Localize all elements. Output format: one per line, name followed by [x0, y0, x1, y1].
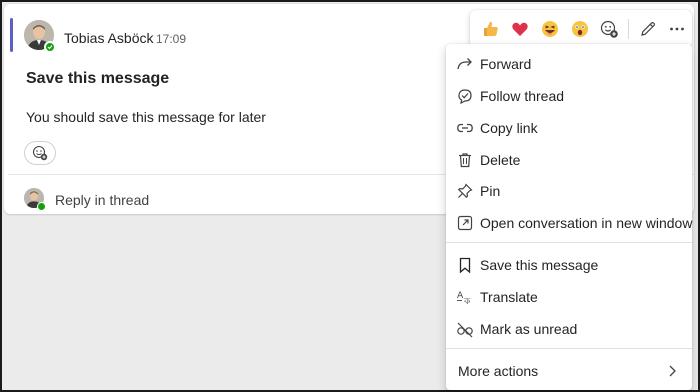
- trash-icon: [459, 153, 471, 168]
- link-icon: [457, 123, 473, 133]
- menu-item-label: Copy link: [480, 120, 538, 136]
- heart-reaction-button[interactable]: [506, 14, 536, 44]
- menu-item-save-message[interactable]: Save this message: [446, 250, 692, 280]
- menu-divider: [446, 348, 692, 349]
- bookmark-icon: [459, 257, 471, 274]
- unread-icon: [457, 322, 473, 338]
- menu-item-label: Delete: [480, 152, 521, 168]
- menu-divider: [446, 242, 692, 243]
- menu-item-pin[interactable]: Pin: [446, 176, 692, 206]
- reply-presence-icon: [37, 202, 46, 211]
- message-timestamp: 17:09: [156, 32, 187, 46]
- menu-item-more-actions[interactable]: More actions: [446, 356, 692, 386]
- message-accent-bar: [10, 18, 13, 52]
- svg-text:A: A: [457, 291, 464, 301]
- more-options-button[interactable]: [662, 14, 692, 44]
- menu-item-forward[interactable]: Forward: [446, 49, 692, 79]
- menu-item-follow-thread[interactable]: Follow thread: [446, 81, 692, 111]
- menu-item-translate[interactable]: A ক Translate: [446, 282, 692, 312]
- ellipsis-icon: [670, 27, 685, 31]
- message-actions-toolbar: [470, 10, 692, 48]
- add-reaction-button[interactable]: [24, 141, 56, 165]
- reply-in-thread-button[interactable]: Reply in thread: [55, 192, 149, 208]
- pin-icon: [457, 183, 473, 199]
- menu-item-label: Forward: [480, 56, 532, 72]
- menu-item-delete[interactable]: Delete: [446, 145, 692, 175]
- like-reaction-button[interactable]: [476, 14, 506, 44]
- toolbar-divider: [627, 19, 629, 39]
- menu-item-copy-link[interactable]: Copy link: [446, 113, 692, 143]
- heart-icon: [512, 22, 529, 36]
- message-body: You should save this message for later: [26, 109, 266, 125]
- menu-item-label: Follow thread: [480, 88, 565, 104]
- translate-icon: A ক: [457, 291, 471, 306]
- menu-item-label: Open conversation in new window: [480, 215, 693, 231]
- message-subject: Save this message: [26, 70, 170, 87]
- menu-item-label: Save this message: [480, 257, 599, 273]
- surprised-reaction-button[interactable]: [565, 14, 595, 44]
- like-icon: [483, 21, 498, 36]
- menu-item-open-new-window[interactable]: Open conversation in new window: [446, 208, 692, 238]
- pencil-icon: [640, 21, 655, 36]
- menu-item-label: Translate: [480, 289, 538, 305]
- follow-thread-icon: [458, 89, 472, 105]
- laugh-icon: [541, 21, 558, 37]
- add-reaction-icon: [32, 145, 48, 161]
- edit-button[interactable]: [633, 14, 663, 44]
- forward-icon: [457, 58, 472, 70]
- message-context-menu: Forward Follow thread Copy link Delete P…: [446, 44, 692, 390]
- open-external-icon: [457, 215, 473, 231]
- laugh-reaction-button[interactable]: [535, 14, 565, 44]
- chevron-right-icon: [669, 365, 676, 377]
- menu-item-label: Pin: [480, 183, 501, 199]
- author-name[interactable]: Tobias Asböck: [64, 30, 154, 46]
- menu-item-mark-unread[interactable]: Mark as unread: [446, 314, 692, 344]
- presence-available-icon: [44, 41, 56, 53]
- svg-text:ক: ক: [463, 297, 471, 306]
- more-reactions-button[interactable]: [594, 14, 624, 44]
- add-reaction-icon: [600, 20, 618, 38]
- menu-item-label: More actions: [458, 363, 539, 379]
- menu-item-label: Mark as unread: [480, 321, 578, 337]
- surprised-icon: [571, 21, 588, 37]
